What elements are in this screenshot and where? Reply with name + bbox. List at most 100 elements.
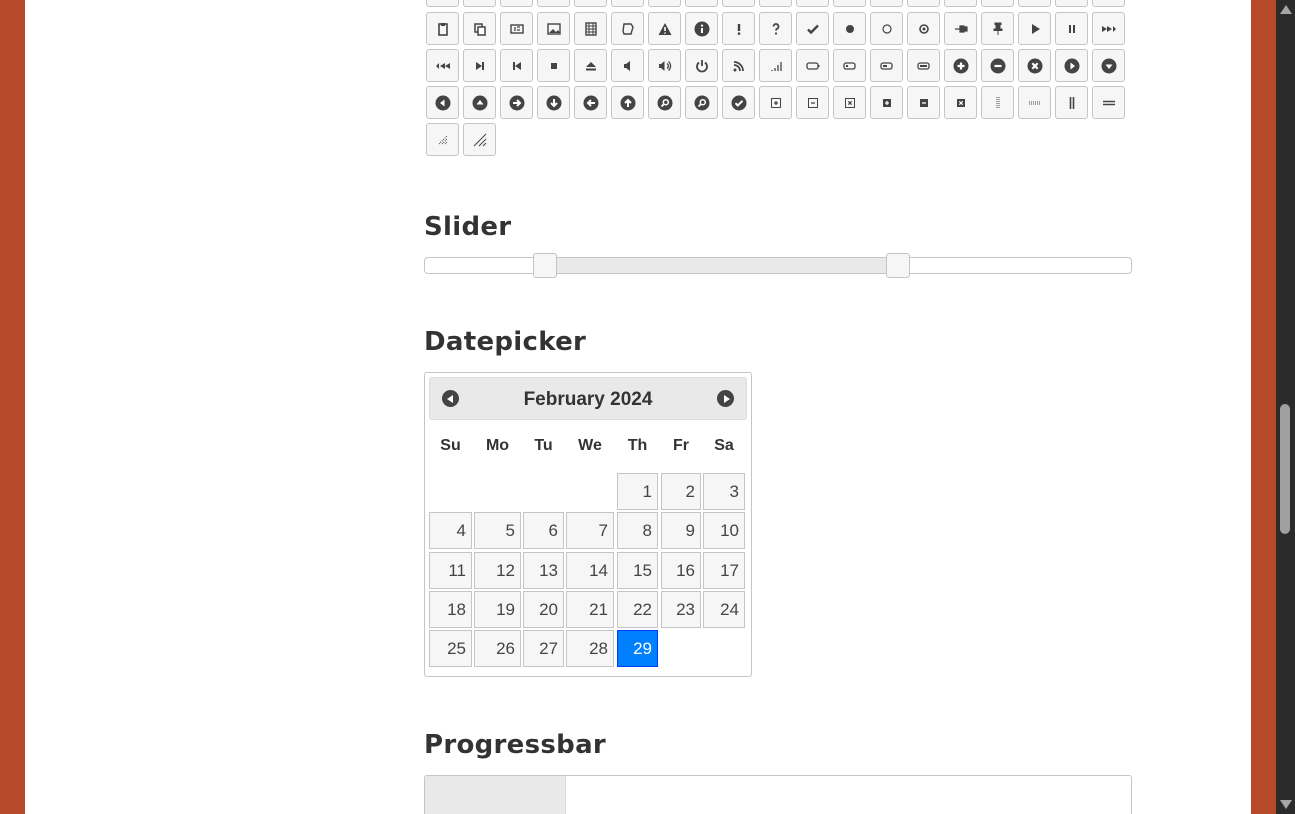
next-month-icon[interactable] [717, 390, 734, 407]
datepicker-day[interactable]: 21 [566, 590, 614, 628]
icon-button-radio-off[interactable] [870, 12, 903, 45]
icon-button-notice[interactable] [722, 12, 755, 45]
icon-button-circle-plus[interactable] [944, 49, 977, 82]
icon-button-grip-solid-horizontal[interactable] [1092, 86, 1125, 119]
icon-button-offscreen[interactable] [685, 0, 718, 7]
icon-button-squaresmall-minus[interactable] [907, 86, 940, 119]
icon-button-seek-first[interactable] [500, 49, 533, 82]
icon-button-offscreen[interactable] [759, 0, 792, 7]
datepicker-day[interactable]: 20 [523, 590, 564, 628]
scroll-down-arrow-icon[interactable] [1280, 800, 1292, 809]
icon-button-offscreen[interactable] [574, 0, 607, 7]
slider-handle-min[interactable] [533, 253, 558, 278]
icon-button-seek-next[interactable] [1092, 12, 1125, 45]
icon-button-offscreen[interactable] [648, 0, 681, 7]
icon-button-clipboard[interactable] [426, 12, 459, 45]
icon-button-circlesmall-plus[interactable] [759, 86, 792, 119]
icon-button-circle-triangle-n[interactable] [463, 86, 496, 119]
icon-button-offscreen[interactable] [611, 0, 644, 7]
icon-button-squaresmall-close[interactable] [944, 86, 977, 119]
datepicker-day[interactable]: 27 [523, 630, 564, 668]
icon-button-circle-triangle-s[interactable] [1092, 49, 1125, 82]
icon-button-battery-2[interactable] [870, 49, 903, 82]
datepicker-day[interactable]: 9 [661, 512, 701, 550]
icon-button-grip-diagonal-se[interactable] [463, 123, 496, 156]
datepicker-day[interactable]: 23 [661, 590, 701, 628]
range-slider[interactable] [424, 253, 1132, 278]
icon-button-volume-off[interactable] [611, 49, 644, 82]
datepicker-day[interactable]: 19 [474, 590, 521, 628]
icon-button-video[interactable] [574, 12, 607, 45]
icon-button-pause[interactable] [1055, 12, 1088, 45]
icon-button-circle-zoomin[interactable] [648, 86, 681, 119]
icon-button-battery-3[interactable] [907, 49, 940, 82]
datepicker-day[interactable]: 15 [617, 551, 658, 589]
datepicker-day[interactable]: 3 [703, 473, 745, 510]
icon-button-copy[interactable] [463, 12, 496, 45]
datepicker-day[interactable]: 6 [523, 512, 564, 550]
datepicker-day[interactable]: 26 [474, 630, 521, 668]
icon-button-circle-zoomout[interactable] [685, 86, 718, 119]
icon-button-seek-end[interactable] [463, 49, 496, 82]
icon-button-circle-check[interactable] [722, 86, 755, 119]
icon-button-battery-1[interactable] [833, 49, 866, 82]
icon-button-volume-on[interactable] [648, 49, 681, 82]
vertical-scrollbar[interactable] [1276, 0, 1295, 814]
datepicker-day[interactable]: 2 [661, 473, 701, 510]
icon-button-circlesmall-close[interactable] [833, 86, 866, 119]
datepicker-day[interactable]: 24 [703, 590, 745, 628]
icon-button-pin-s[interactable] [981, 12, 1014, 45]
icon-button-offscreen[interactable] [1092, 0, 1125, 7]
icon-button-circle-arrow-e[interactable] [500, 86, 533, 119]
icon-button-check[interactable] [796, 12, 829, 45]
icon-button-power[interactable] [685, 49, 718, 82]
datepicker-day[interactable]: 12 [474, 551, 521, 589]
datepicker-day-selected[interactable]: 29 [617, 630, 658, 668]
icon-button-circle-arrow-n[interactable] [611, 86, 644, 119]
datepicker-day[interactable]: 10 [703, 512, 745, 550]
icon-button-calculator[interactable] [611, 12, 644, 45]
scroll-up-arrow-icon[interactable] [1280, 5, 1292, 14]
icon-button-grip-dotted-horizontal[interactable] [1018, 86, 1051, 119]
icon-button-grip-solid-vertical[interactable] [1055, 86, 1088, 119]
datepicker-day[interactable]: 11 [429, 551, 472, 589]
icon-button-grip-dotted-vertical[interactable] [981, 86, 1014, 119]
icon-button-offscreen[interactable] [1055, 0, 1088, 7]
datepicker-day[interactable]: 7 [566, 512, 614, 550]
datepicker-day[interactable]: 28 [566, 630, 614, 668]
datepicker-day[interactable]: 13 [523, 551, 564, 589]
icon-button-signal-diag[interactable] [722, 49, 755, 82]
icon-button-script[interactable] [500, 12, 533, 45]
slider-handle-max[interactable] [886, 253, 911, 278]
icon-button-offscreen[interactable] [537, 0, 570, 7]
icon-button-battery-0[interactable] [796, 49, 829, 82]
datepicker-day[interactable]: 16 [661, 551, 701, 589]
datepicker-day[interactable]: 4 [429, 512, 472, 550]
datepicker-day[interactable]: 25 [429, 630, 472, 668]
icon-button-circlesmall-minus[interactable] [796, 86, 829, 119]
icon-button-alert[interactable] [648, 12, 681, 45]
icon-button-circle-triangle-e[interactable] [1055, 49, 1088, 82]
icon-button-pin-w[interactable] [944, 12, 977, 45]
icon-button-offscreen[interactable] [944, 0, 977, 7]
icon-button-offscreen[interactable] [500, 0, 533, 7]
icon-button-radio-on[interactable] [907, 12, 940, 45]
icon-button-help[interactable] [759, 12, 792, 45]
datepicker-day[interactable]: 1 [617, 473, 658, 510]
icon-button-image[interactable] [537, 12, 570, 45]
icon-button-offscreen[interactable] [796, 0, 829, 7]
icon-button-offscreen[interactable] [981, 0, 1014, 7]
icon-button-play[interactable] [1018, 12, 1051, 45]
icon-button-circle-arrow-w[interactable] [574, 86, 607, 119]
icon-button-offscreen[interactable] [426, 0, 459, 7]
icon-button-offscreen[interactable] [907, 0, 940, 7]
icon-button-circle-arrow-s[interactable] [537, 86, 570, 119]
icon-button-info[interactable] [685, 12, 718, 45]
icon-button-eject[interactable] [574, 49, 607, 82]
icon-button-offscreen[interactable] [870, 0, 903, 7]
datepicker-day[interactable]: 5 [474, 512, 521, 550]
datepicker-day[interactable]: 18 [429, 590, 472, 628]
icon-button-offscreen[interactable] [463, 0, 496, 7]
datepicker-day[interactable]: 14 [566, 551, 614, 589]
datepicker-day[interactable]: 8 [617, 512, 658, 550]
